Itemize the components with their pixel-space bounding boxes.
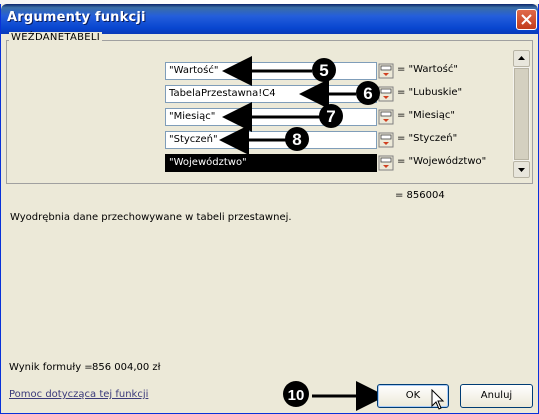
callout-overlay: 5 6 7 8 10: [219, 56, 386, 411]
callout-badge-10: 10: [283, 381, 309, 407]
svg-text:6: 6: [363, 84, 372, 103]
function-description: Wyodrębnia dane przechowywane w tabeli p…: [10, 212, 292, 223]
help-link[interactable]: Pomoc dotycząca tej funkcji: [9, 389, 148, 400]
callout-badge-6: 6: [356, 81, 380, 105]
svg-text:7: 7: [326, 107, 335, 126]
callout-badge-8: 8: [285, 127, 309, 151]
formula-result-value: 856 004,00 zł: [92, 362, 161, 373]
callout-badge-5: 5: [312, 58, 336, 82]
callout-badge-7: 7: [319, 104, 343, 128]
svg-text:8: 8: [292, 130, 301, 149]
mouse-cursor-icon: [431, 389, 445, 410]
svg-text:10: 10: [288, 387, 305, 404]
total-result: = 856004: [395, 190, 445, 201]
formula-result-label: Wynik formuły =: [9, 362, 93, 373]
svg-text:5: 5: [319, 61, 328, 80]
cancel-button[interactable]: Anuluj: [460, 384, 533, 408]
